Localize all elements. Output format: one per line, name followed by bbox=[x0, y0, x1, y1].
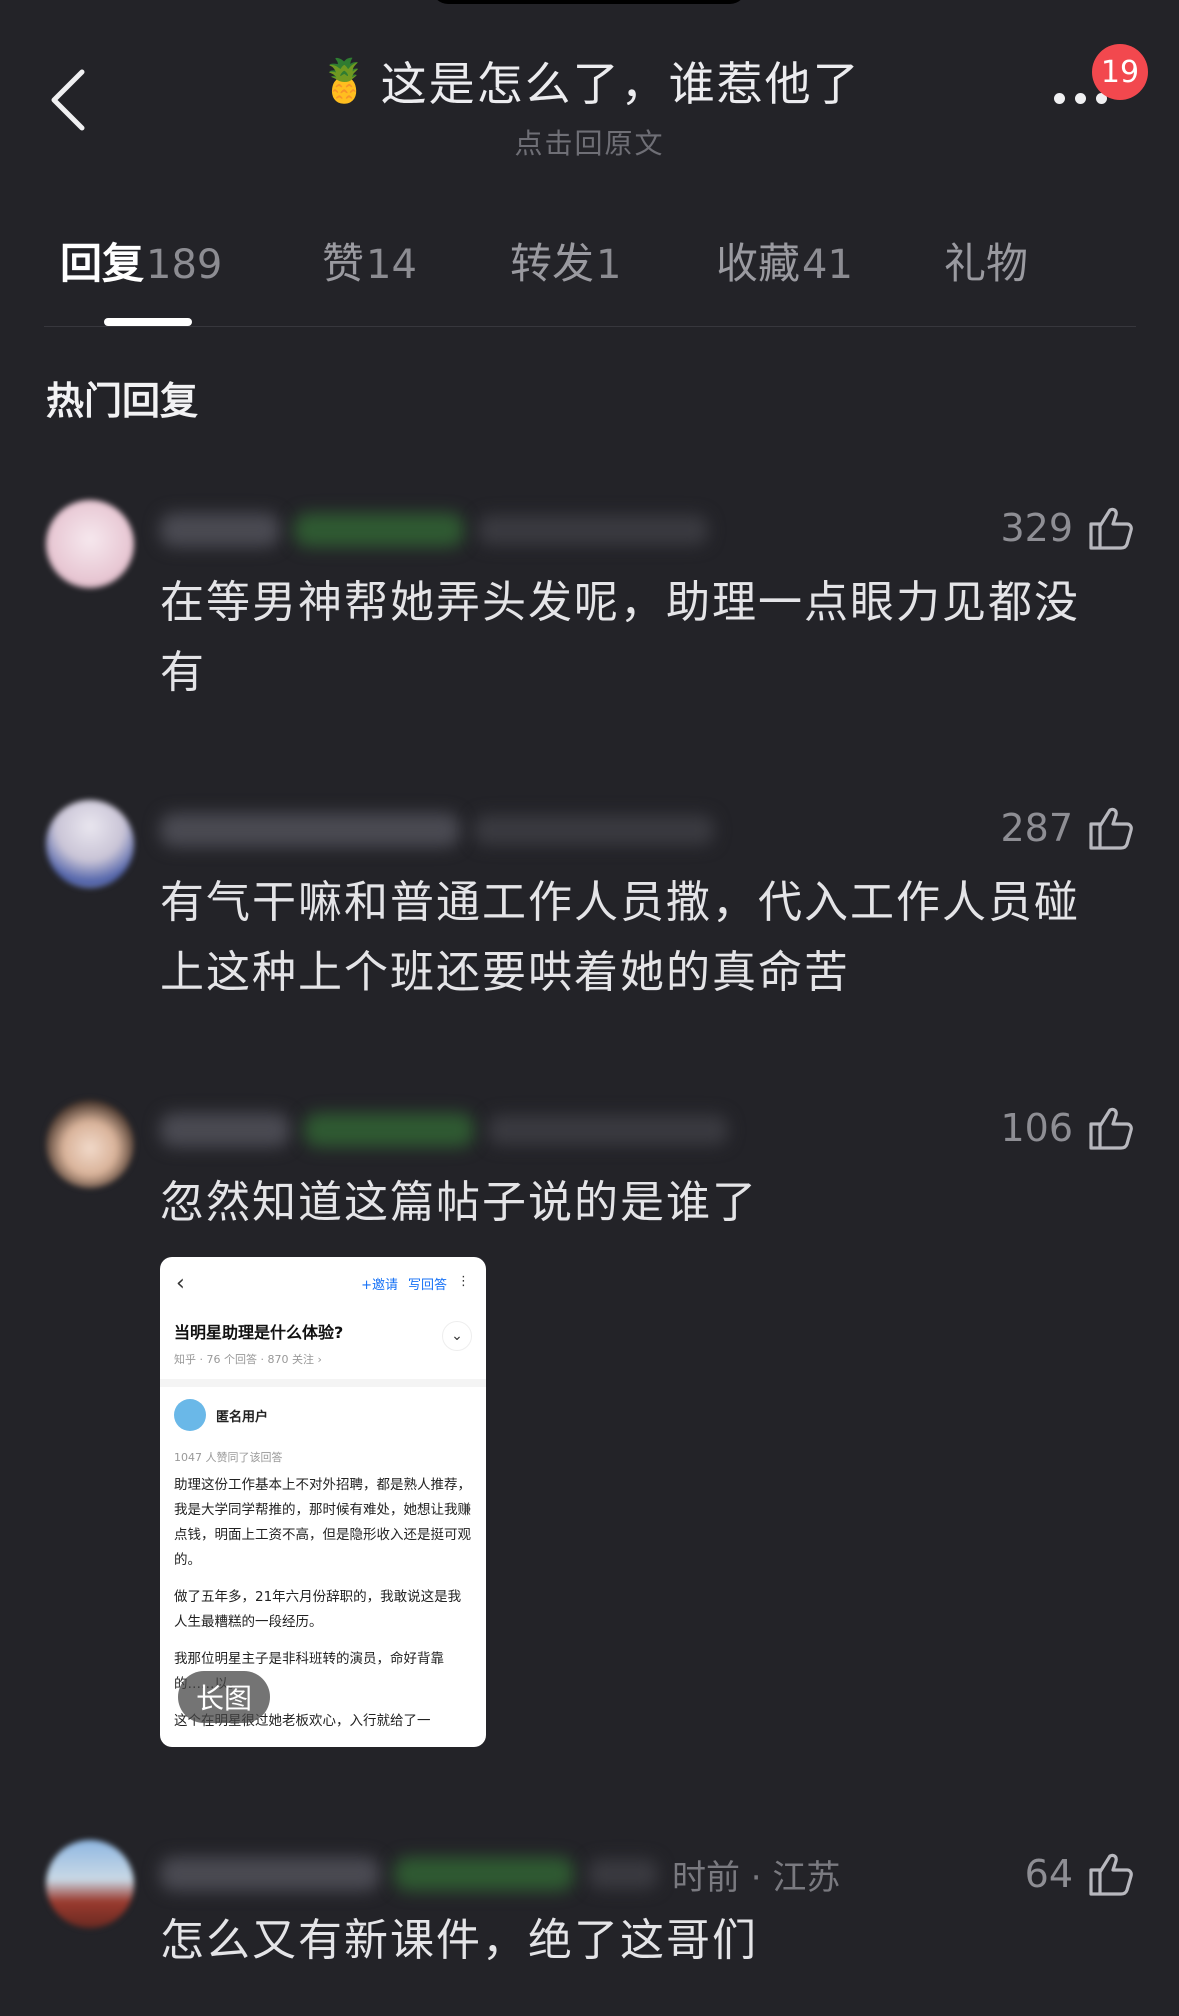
like-count: 329 bbox=[1000, 506, 1073, 550]
pineapple-emoji: 🍍 bbox=[318, 56, 371, 105]
thumb-author: 匿名用户 bbox=[174, 1399, 268, 1431]
thumb-question-title: 当明星助理是什么体验? bbox=[174, 1323, 344, 1342]
username-blurred[interactable] bbox=[160, 1113, 290, 1147]
back-to-original-link[interactable]: 点击回原文 bbox=[200, 122, 979, 162]
like-count: 106 bbox=[1000, 1106, 1073, 1150]
thumb-toolbar: ‹ +邀请 写回答 ⋮ bbox=[160, 1257, 486, 1309]
notification-badge: 19 bbox=[1092, 44, 1148, 100]
thumbs-up-icon bbox=[1089, 1853, 1133, 1896]
comment-image-thumbnail[interactable]: ‹ +邀请 写回答 ⋮ 当明星助理是什么体验? 知乎 · 76 个回答 · 87… bbox=[160, 1257, 486, 1747]
thumb-separator bbox=[160, 1379, 486, 1387]
thumbs-up-icon bbox=[1089, 1107, 1133, 1150]
double-chevron-down-icon: ⌄ bbox=[442, 1321, 472, 1351]
user-tag-blurred bbox=[394, 1857, 574, 1891]
reply-page: 🍍 这是怎么了，谁惹他了 点击回原文 19 回复 189 赞 14 转发 1 收… bbox=[0, 0, 1179, 2016]
tab-divider bbox=[44, 326, 1136, 327]
thumb-author-avatar bbox=[174, 1399, 206, 1431]
username-blurred[interactable] bbox=[160, 513, 280, 547]
tab-favorites[interactable]: 收藏 41 bbox=[716, 230, 853, 300]
like-button[interactable]: 64 bbox=[1025, 1842, 1135, 1906]
like-button[interactable]: 329 bbox=[1000, 496, 1135, 560]
comment-text: 忽然知道这篇帖子说的是谁了 bbox=[160, 1177, 758, 1228]
tab-reposts[interactable]: 转发 1 bbox=[510, 230, 621, 300]
like-button[interactable]: 287 bbox=[1000, 796, 1135, 860]
tab-replies[interactable]: 回复 189 bbox=[60, 230, 222, 300]
long-image-badge: 长图 bbox=[178, 1671, 271, 1723]
comment-text: 怎么又有新课件，绝了这哥们 bbox=[160, 1915, 758, 1966]
chevron-left-icon: ‹ bbox=[176, 1270, 185, 1296]
comment-user-row bbox=[160, 508, 708, 552]
more-dot-icon bbox=[1054, 92, 1065, 104]
comment-meta-blurred bbox=[588, 1859, 658, 1889]
comment-meta-blurred bbox=[474, 815, 714, 845]
comment-meta-blurred bbox=[478, 515, 708, 545]
tab-gifts[interactable]: 礼物 bbox=[944, 230, 1028, 300]
avatar[interactable] bbox=[46, 800, 134, 888]
avatar[interactable] bbox=[46, 1100, 134, 1188]
vertical-dots-icon: ⋮ bbox=[457, 1273, 470, 1289]
username-blurred[interactable] bbox=[160, 1857, 380, 1891]
username-blurred[interactable] bbox=[160, 813, 460, 847]
post-title: 这是怎么了，谁惹他了 bbox=[380, 57, 861, 111]
thumb-author-name: 匿名用户 bbox=[216, 1409, 269, 1425]
avatar[interactable] bbox=[46, 1840, 134, 1928]
comment-user-row bbox=[160, 1108, 728, 1152]
thumb-agree-count: 1047 人赞同了该回答 bbox=[174, 1451, 283, 1464]
active-tab-indicator bbox=[104, 318, 192, 326]
thumbs-up-icon bbox=[1089, 507, 1133, 550]
comment-text: 在等男神帮她弄头发呢，助理一点眼力见都没有 bbox=[160, 577, 1080, 698]
chevron-left-icon bbox=[51, 69, 85, 131]
thumb-write-answer-label: 写回答 bbox=[407, 1277, 447, 1293]
comment-text: 有气干嘛和普通工作人员撒，代入工作人员碰上这种上个班还要哄着她的真命苦 bbox=[160, 877, 1080, 998]
comment-user-row bbox=[160, 808, 714, 852]
like-count: 287 bbox=[1000, 806, 1073, 850]
status-notch bbox=[432, 0, 746, 4]
comment-meta-blurred bbox=[488, 1115, 728, 1145]
thumbs-up-icon bbox=[1089, 807, 1133, 850]
comment-meta: 时前 · 江苏 bbox=[672, 1857, 841, 1898]
thumb-paragraph: 做了五年多，21年六月份辞职的，我敢说这是我人生最糟糕的一段经历。 bbox=[174, 1589, 462, 1630]
hot-replies-heading: 热门回复 bbox=[46, 379, 199, 423]
comment-user-row: 时前 · 江苏 bbox=[160, 1852, 841, 1898]
like-count: 64 bbox=[1024, 1852, 1073, 1896]
user-tag-blurred bbox=[294, 513, 464, 547]
avatar[interactable] bbox=[46, 500, 134, 588]
thumb-invite-label: +邀请 bbox=[361, 1277, 398, 1293]
like-button[interactable]: 106 bbox=[1000, 1096, 1135, 1160]
thumb-question-meta: 知乎 · 76 个回答 · 870 关注 › bbox=[174, 1353, 322, 1366]
more-dot-icon bbox=[1075, 92, 1086, 104]
user-tag-blurred bbox=[304, 1113, 474, 1147]
thumb-paragraph: 助理这份工作基本上不对外招聘，都是熟人推荐，我是大学同学帮推的，那时候有难处，她… bbox=[174, 1477, 471, 1568]
back-button[interactable] bbox=[40, 60, 96, 140]
tab-bar: 回复 189 赞 14 转发 1 收藏 41 礼物 bbox=[0, 230, 1179, 326]
post-title-area: 🍍 这是怎么了，谁惹他了 点击回原文 bbox=[200, 48, 979, 162]
tab-likes[interactable]: 赞 14 bbox=[322, 230, 417, 300]
